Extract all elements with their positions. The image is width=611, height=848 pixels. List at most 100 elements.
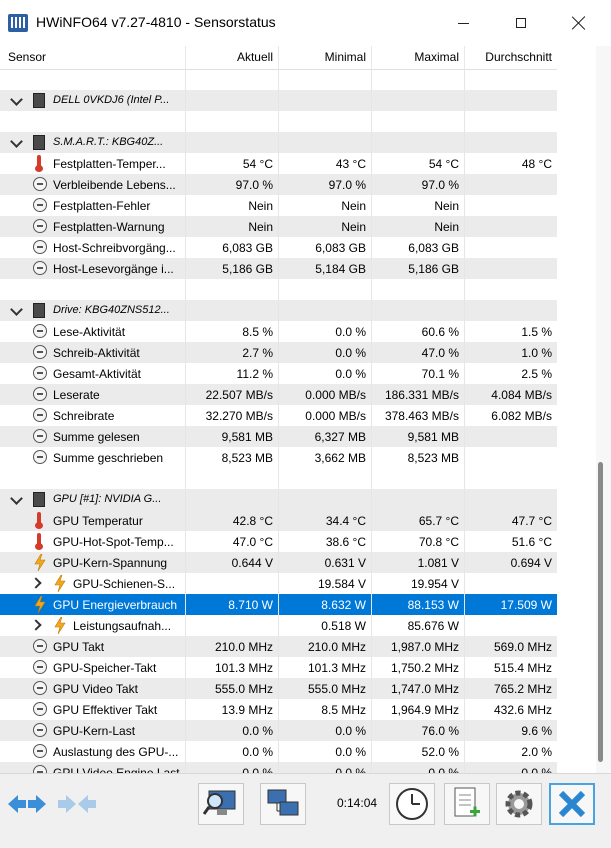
chevron-down-icon[interactable] — [10, 492, 23, 505]
close-button[interactable] — [556, 8, 602, 38]
gauge-icon — [33, 366, 47, 380]
chevron-down-icon[interactable] — [10, 93, 23, 106]
value-minimum: 34.4 °C — [325, 514, 366, 528]
value-current: 22.507 MB/s — [205, 388, 273, 402]
title-bar: HWiNFO64 v7.27-4810 - Sensorstatus — [0, 0, 611, 46]
sensor-name: GPU-Schienen-S... — [73, 577, 176, 591]
value-current: 54 °C — [242, 157, 273, 171]
sensor-name: Summe gelesen — [53, 430, 140, 444]
value-minimum: 0.0 % — [335, 745, 366, 759]
chevron-right-icon[interactable] — [30, 619, 42, 631]
value-average: 569.0 MHz — [493, 640, 552, 654]
gauge-icon — [33, 345, 47, 359]
value-current: 0.0 % — [242, 745, 273, 759]
value-current: 97.0 % — [235, 178, 273, 192]
gauge-icon — [33, 723, 47, 737]
network-button[interactable] — [260, 783, 306, 825]
maximize-icon — [516, 18, 526, 28]
thermometer-icon — [35, 533, 43, 550]
minimize-button[interactable] — [440, 8, 486, 38]
sensor-name: Host-Lesevorgänge i... — [53, 262, 174, 276]
clock-icon — [396, 788, 428, 820]
sensor-name: GPU Video Takt — [53, 682, 138, 696]
sensor-name: Drive: KBG40ZNS512... — [53, 304, 170, 316]
value-minimum: 0.0 % — [335, 325, 366, 339]
maximize-button[interactable] — [498, 8, 544, 38]
value-maximum: 97.0 % — [421, 178, 459, 192]
gauge-icon — [33, 240, 47, 254]
value-average: 515.4 MHz — [493, 661, 552, 675]
chevron-right-icon[interactable] — [30, 577, 42, 589]
vertical-scrollbar-thumb[interactable] — [598, 462, 603, 762]
value-average: 2.5 % — [521, 367, 552, 381]
gauge-icon — [33, 744, 47, 758]
minimize-icon — [457, 22, 469, 24]
sensor-name: GPU [#1]: NVIDIA G... — [53, 493, 162, 505]
column-separator[interactable] — [464, 46, 465, 69]
value-maximum: 70.1 % — [421, 367, 459, 381]
settings-button[interactable] — [496, 783, 542, 825]
column-divider — [371, 69, 372, 773]
sensor-name: GPU-Kern-Last — [53, 724, 136, 738]
value-minimum: 8.5 MHz — [321, 703, 366, 717]
column-header-aktuell[interactable]: Aktuell — [237, 50, 273, 64]
sensor-name: Summe geschrieben — [53, 451, 164, 465]
value-current: 210.0 MHz — [214, 640, 273, 654]
gauge-icon — [33, 219, 47, 233]
reset-timer-button[interactable] — [389, 783, 435, 825]
value-maximum: Nein — [434, 220, 459, 234]
prev-sensor-button[interactable] — [4, 783, 50, 825]
value-current: 6,083 GB — [222, 241, 273, 255]
gauge-icon — [33, 429, 47, 443]
value-minimum: 555.0 MHz — [307, 682, 366, 696]
double-arrow-in-icon — [58, 795, 96, 813]
chevron-down-icon[interactable] — [10, 303, 23, 316]
summary-button[interactable] — [198, 783, 244, 825]
hwinfo-app-icon — [8, 14, 28, 32]
value-minimum: 8.632 W — [321, 598, 366, 612]
gauge-icon — [33, 324, 47, 338]
chevron-down-icon[interactable] — [10, 135, 23, 148]
column-separator[interactable] — [371, 46, 372, 69]
value-minimum: 0.0 % — [335, 367, 366, 381]
logging-button[interactable] — [444, 783, 490, 825]
column-header-sensor[interactable]: Sensor — [8, 50, 46, 64]
sensor-name: GPU-Kern-Spannung — [53, 556, 168, 570]
value-minimum: 43 °C — [335, 157, 366, 171]
value-maximum: 5,186 GB — [408, 262, 459, 276]
sensor-name: Leserate — [53, 388, 100, 402]
bolt-icon — [54, 575, 66, 592]
value-minimum: 5,184 GB — [315, 262, 366, 276]
sensor-name: Host-Schreibvorgäng... — [53, 241, 176, 255]
bottom-toolbar: 0:14:04 — [0, 773, 611, 848]
value-minimum: 6,327 MB — [314, 430, 366, 444]
sensor-name: GPU Video Engine Last — [53, 766, 180, 773]
column-header-durchschnitt[interactable]: Durchschnitt — [485, 50, 552, 64]
column-header-maximal[interactable]: Maximal — [414, 50, 459, 64]
value-maximum: 9,581 MB — [407, 430, 459, 444]
monitor-magnifier-icon — [203, 790, 236, 815]
chip-icon — [31, 135, 47, 150]
value-maximum: 60.6 % — [421, 325, 459, 339]
value-average: 2.0 % — [521, 745, 552, 759]
value-current: 0.0 % — [242, 724, 273, 738]
value-maximum: 6,083 GB — [408, 241, 459, 255]
value-current: 8.710 W — [228, 598, 273, 612]
value-current: 9,581 MB — [221, 430, 273, 444]
value-current: 8.5 % — [242, 325, 273, 339]
column-separator[interactable] — [185, 46, 186, 69]
value-maximum: 1,750.2 MHz — [390, 661, 459, 675]
value-average: 1.0 % — [521, 346, 552, 360]
bolt-icon — [54, 617, 66, 634]
sensor-name: Leistungsaufnah... — [73, 619, 172, 633]
column-header-minimal[interactable]: Minimal — [325, 50, 366, 64]
next-sensor-button[interactable] — [54, 783, 100, 825]
gauge-icon — [33, 261, 47, 275]
value-maximum: 52.0 % — [421, 745, 459, 759]
column-separator[interactable] — [278, 46, 279, 69]
thermometer-icon — [35, 512, 43, 529]
value-minimum: Nein — [341, 220, 366, 234]
close-sensor-button[interactable] — [549, 783, 595, 825]
value-maximum: 47.0 % — [421, 346, 459, 360]
gauge-icon — [33, 387, 47, 401]
